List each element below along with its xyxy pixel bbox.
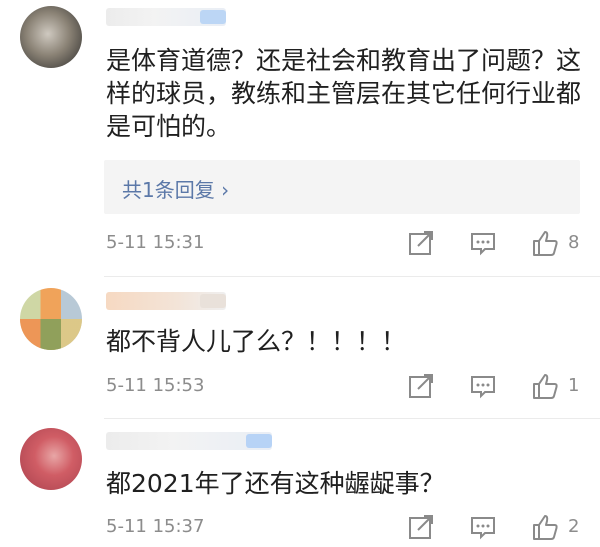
comment-meta: 5-11 15:37 2 (106, 512, 586, 542)
comment-meta: 5-11 15:31 8 (106, 228, 586, 258)
comment-icon[interactable] (468, 371, 498, 401)
share-icon[interactable] (406, 228, 436, 258)
like-count: 2 (568, 516, 580, 537)
like-count: 1 (568, 375, 580, 396)
timestamp: 5-11 15:53 (106, 375, 205, 396)
divider (104, 418, 600, 419)
reply-box[interactable]: 共1条回复 › (104, 160, 580, 214)
username-blurred[interactable] (106, 292, 226, 310)
view-replies-link[interactable]: 共1条回复 › (122, 174, 229, 203)
comment-text: 是体育道德？还是社会和教育出了问题？这样的球员，教练和主管层在其它任何行业都是可… (106, 46, 582, 141)
comment-meta: 5-11 15:53 1 (106, 371, 586, 401)
thumbs-up-icon[interactable] (530, 228, 560, 258)
share-icon[interactable] (406, 512, 436, 542)
timestamp: 5-11 15:37 (106, 516, 205, 537)
thumbs-up-icon[interactable] (530, 371, 560, 401)
avatar[interactable] (20, 6, 82, 68)
timestamp: 5-11 15:31 (106, 232, 205, 253)
username-blurred[interactable] (106, 432, 272, 450)
comment-text: 都2021年了还有这种龌龊事？ (106, 469, 445, 498)
username-blurred[interactable] (106, 8, 226, 26)
avatar[interactable] (20, 288, 82, 350)
divider (104, 276, 600, 277)
comment-icon[interactable] (468, 228, 498, 258)
thumbs-up-icon[interactable] (530, 512, 560, 542)
share-icon[interactable] (406, 371, 436, 401)
comment-text: 都不背人儿了么？！！！！ (106, 327, 407, 356)
like-count: 8 (568, 232, 580, 253)
comment-icon[interactable] (468, 512, 498, 542)
avatar[interactable] (20, 428, 82, 490)
